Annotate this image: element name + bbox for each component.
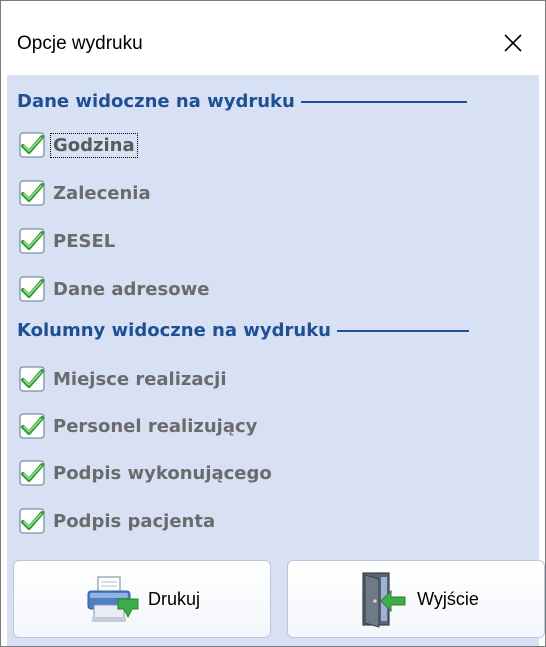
printer-icon: [87, 576, 139, 622]
section-title: Kolumny widoczne na wydruku: [17, 320, 331, 341]
checkbox-label: Dane adresowe: [53, 278, 210, 300]
checked-checkbox-icon: [19, 180, 45, 206]
exit-button[interactable]: Wyjście: [287, 560, 545, 638]
exit-door-icon: [362, 572, 406, 628]
checkbox-label: Godzina: [50, 132, 138, 158]
checkbox-podpis-wykonujacego[interactable]: Podpis wykonującego: [19, 455, 274, 491]
title-bar: Opcje wydruku: [1, 1, 545, 75]
checkbox-miejsce-realizacji[interactable]: Miejsce realizacji: [19, 361, 229, 397]
checkbox-label: Zalecenia: [53, 182, 151, 204]
checkbox-label: PESEL: [53, 230, 116, 252]
dialog-body: Dane widoczne na wydruku Godzina Zalecen…: [7, 75, 545, 646]
section-header-visible-data: Dane widoczne na wydruku: [17, 91, 467, 112]
exit-button-label: Wyjście: [417, 588, 479, 609]
section-divider: [337, 329, 469, 332]
checkbox-dane-adresowe[interactable]: Dane adresowe: [19, 271, 211, 307]
dialog-title: Opcje wydruku: [17, 33, 143, 54]
checked-checkbox-icon: [19, 366, 45, 392]
checkbox-godzina[interactable]: Godzina: [19, 127, 138, 163]
checked-checkbox-icon: [19, 508, 45, 534]
close-icon: [504, 34, 522, 52]
section-divider: [300, 100, 467, 103]
checkbox-personel-realizujacy[interactable]: Personel realizujący: [19, 408, 259, 444]
checkbox-label: Podpis pacjenta: [53, 510, 216, 532]
checkbox-pesel[interactable]: PESEL: [19, 223, 117, 259]
checked-checkbox-icon: [19, 413, 45, 439]
print-options-dialog: Opcje wydruku Dane widoczne na wydruku G…: [0, 0, 546, 647]
close-button[interactable]: [481, 17, 545, 69]
print-button-label: Drukuj: [147, 588, 200, 609]
checkbox-label: Miejsce realizacji: [53, 368, 227, 390]
checkbox-label: Podpis wykonującego: [53, 462, 272, 484]
print-button[interactable]: Drukuj: [13, 560, 271, 638]
checkbox-label: Personel realizujący: [53, 415, 258, 437]
section-title: Dane widoczne na wydruku: [17, 91, 295, 112]
checked-checkbox-icon: [19, 460, 45, 486]
section-header-visible-columns: Kolumny widoczne na wydruku: [17, 320, 469, 341]
checkbox-zalecenia[interactable]: Zalecenia: [19, 175, 153, 211]
checkbox-podpis-pacjenta[interactable]: Podpis pacjenta: [19, 503, 217, 539]
checked-checkbox-icon: [19, 132, 45, 158]
checked-checkbox-icon: [19, 228, 45, 254]
checked-checkbox-icon: [19, 276, 45, 302]
